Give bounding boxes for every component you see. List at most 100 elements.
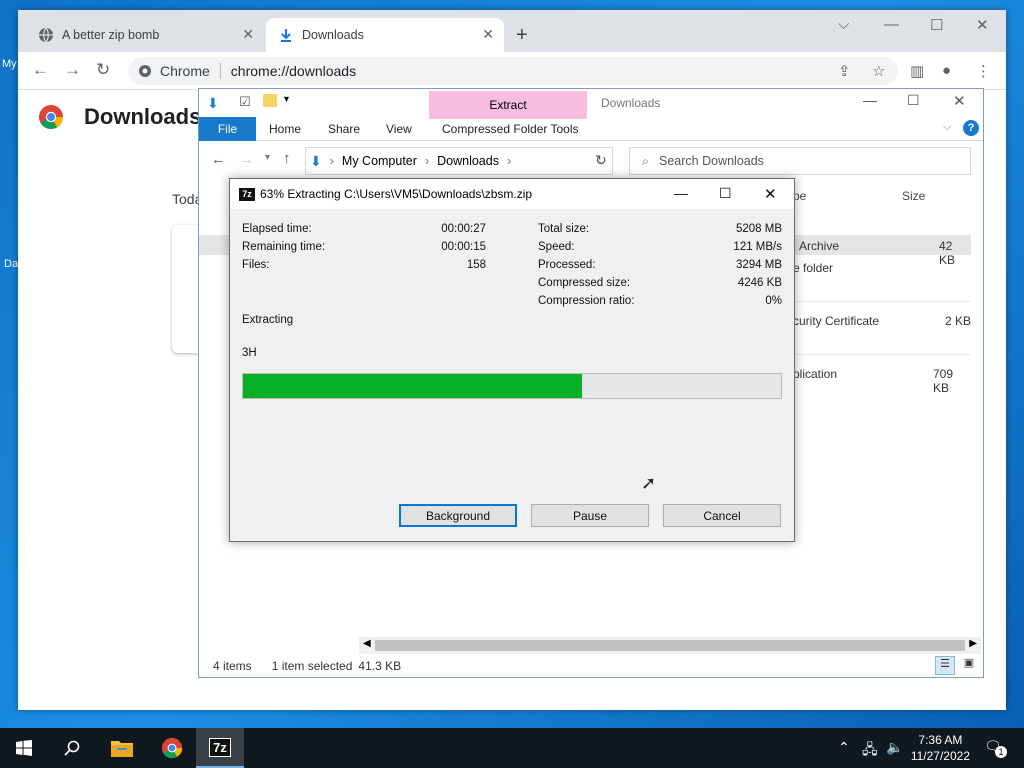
search-icon: ⌕ [642,153,650,168]
chevron-down-icon[interactable]: ⌵ [838,16,849,33]
chevron-down-icon[interactable]: ▾ [284,94,289,105]
side-panel-icon[interactable]: ▥ [910,62,924,80]
scroll-right-icon[interactable]: ▶ [969,638,977,649]
close-button[interactable]: ✕ [976,16,989,34]
context-tab-extract[interactable]: Extract [429,91,587,119]
file-explorer-icon[interactable] [98,728,146,768]
recent-locations-icon[interactable]: ▾ [265,152,270,163]
scroll-left-icon[interactable]: ◀ [363,638,371,649]
speed-label: Speed: [538,241,575,253]
window-title: Downloads [601,96,661,110]
files-value: 158 [466,259,486,271]
up-button[interactable]: ↑ [283,150,291,167]
refresh-button[interactable]: ↻ [595,152,607,169]
minimize-button[interactable]: — [674,185,688,201]
current-file: 3H [242,347,257,359]
context-tab-label: Extract [489,98,527,112]
cancel-button[interactable]: Cancel [663,504,781,527]
close-icon[interactable]: ✕ [242,26,254,43]
tab-strip: A better zip bomb ✕ Downloads ✕ + ⌵ — ☐ … [18,10,1006,52]
forward-button[interactable]: → [64,60,81,80]
reload-button[interactable]: ↻ [96,60,110,80]
notifications-icon[interactable]: 🗨 1 [984,738,1007,758]
back-button[interactable]: ← [32,60,49,80]
maximize-button[interactable]: ☐ [907,92,920,109]
minimize-button[interactable]: — [884,16,899,33]
close-icon[interactable]: ✕ [482,26,494,43]
background-button[interactable]: Background [399,504,517,527]
horizontal-scrollbar[interactable]: ◀ ▶ [359,637,981,654]
chrome-icon[interactable] [148,728,196,768]
chevron-up-icon[interactable]: ⌃ [838,739,850,756]
maximize-button[interactable]: ☐ [719,185,732,202]
toolbar: ← → ↻ Chrome chrome://downloads ⇪ ☆ ▥ ● … [18,52,1006,90]
volume-icon[interactable]: 🔈 [886,739,903,756]
clock-time: 7:36 AM [918,733,963,747]
breadcrumb-downloads[interactable]: Downloads [437,154,499,168]
row-type: Archive [799,239,840,253]
desktop-icon-label[interactable]: Da [4,258,18,270]
profile-icon[interactable]: ● [942,62,951,79]
mouse-cursor-icon: ➚ [641,473,657,493]
star-icon[interactable]: ☆ [872,62,885,80]
desktop-icon-label[interactable]: My [2,58,17,70]
divider [219,63,221,79]
clock-date: 11/27/2022 [910,749,970,763]
extract-progress-dialog: 7z 63% Extracting C:\Users\VM5\Downloads… [229,178,795,542]
page-title: Downloads [84,104,202,129]
search-icon[interactable] [48,728,96,768]
row-size: 709 KB [933,367,954,395]
tab-view[interactable]: View [386,117,412,141]
search-input[interactable]: ⌕ Search Downloads [629,147,971,175]
7zip-taskbar-label: 7z [209,737,231,757]
tab-title: Downloads [302,28,364,42]
files-label: Files: [242,259,270,271]
speed-value: 121 MB/s [733,241,782,253]
download-icon: ⬇ [310,152,322,169]
ribbon-tabs: File Home Share View Compressed Folder T… [199,117,983,141]
new-tab-button[interactable]: + [516,24,528,47]
tab-zip-bomb[interactable]: A better zip bomb ✕ [26,18,264,52]
search-placeholder: Search Downloads [659,154,764,168]
network-icon[interactable]: 🖧 [862,739,878,763]
download-icon: ⬇ [207,95,219,111]
tab-compressed-folder-tools[interactable]: Compressed Folder Tools [442,117,579,141]
start-icon[interactable] [0,728,48,768]
notification-count: 1 [995,746,1007,758]
large-icons-view-icon[interactable]: ▣ [959,656,979,675]
menu-icon[interactable]: ⋮ [976,62,991,80]
details-view-icon[interactable]: ☰ [935,656,955,675]
breadcrumb-my-computer[interactable]: My Computer [342,154,417,168]
pause-button[interactable]: Pause [531,504,649,527]
address-bar[interactable]: Chrome chrome://downloads [128,57,898,85]
tab-home[interactable]: Home [269,117,301,141]
forward-button[interactable]: → [239,151,254,168]
address-bar[interactable]: ⬇ › My Computer › Downloads › ⌵ [305,147,613,175]
folder-icon[interactable] [263,94,277,107]
7zip-icon[interactable]: 7z [196,728,244,768]
site-chip[interactable]: Chrome [138,63,210,79]
close-button[interactable]: ✕ [764,185,777,203]
selection-count: 1 item selected [271,659,353,673]
elapsed-time-label: Elapsed time: [242,223,312,235]
close-button[interactable]: ✕ [953,92,966,110]
column-type[interactable]: pe [793,189,806,203]
tab-downloads[interactable]: Downloads ✕ [266,18,504,52]
back-button[interactable]: ← [211,151,226,168]
chevron-down-icon[interactable]: ⌵ [943,121,951,134]
tab-share[interactable]: Share [328,117,360,141]
tab-title: A better zip bomb [62,28,160,42]
downloads-header: Downloads [38,104,201,130]
system-clock[interactable]: 7:36 AM 11/27/2022 [911,732,970,764]
help-icon[interactable]: ? [963,120,979,136]
scrollbar-thumb[interactable] [375,640,965,651]
properties-icon[interactable]: ☑ [239,94,251,110]
minimize-button[interactable]: — [863,92,877,108]
tab-file[interactable]: File [199,117,256,141]
site-chip-label: Chrome [160,63,210,79]
url-text[interactable]: chrome://downloads [231,63,356,79]
share-icon[interactable]: ⇪ [838,62,851,80]
maximize-button[interactable]: ☐ [930,16,943,34]
column-size[interactable]: Size [902,189,925,203]
chevron-right-icon: › [506,154,512,168]
